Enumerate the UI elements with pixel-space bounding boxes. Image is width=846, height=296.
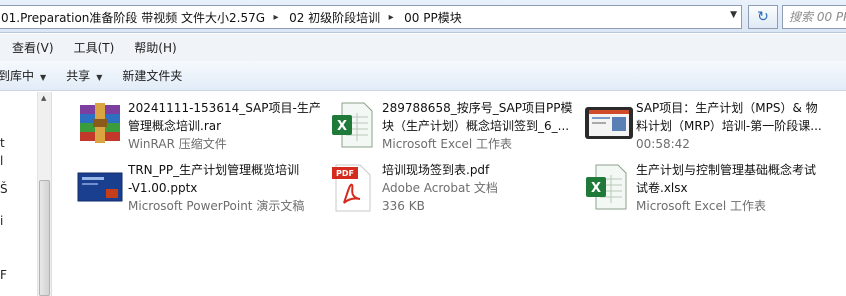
share-label: 共享 xyxy=(66,69,91,83)
share-button[interactable]: 共享 ▼ xyxy=(56,67,112,84)
file-type: Microsoft Excel 工作表 xyxy=(636,199,767,213)
scroll-up-arrow-icon[interactable]: ▲ xyxy=(41,94,46,102)
file-name: -V1.00.pptx xyxy=(128,181,198,195)
menu-view[interactable]: 查看(V) xyxy=(0,39,62,56)
svg-text:X: X xyxy=(591,181,601,196)
breadcrumb-beginner-training[interactable]: 02 初级阶段培训 xyxy=(283,9,384,26)
address-bar-row: 01.Preparation准备阶段 带视频 文件大小2.57G ▸ 02 初级… xyxy=(0,0,846,33)
search-input[interactable]: 搜索 00 PP xyxy=(782,5,846,29)
file-type: Microsoft Excel 工作表 xyxy=(382,137,513,151)
chevron-right-icon[interactable]: ▸ xyxy=(384,12,398,23)
file-type: Adobe Acrobat 文档 xyxy=(382,181,498,195)
file-name: 块（生产计划）概念培训签到_6_... xyxy=(382,119,570,133)
video-duration: 00:58:42 xyxy=(636,137,690,151)
chevron-right-icon[interactable]: ▸ xyxy=(269,12,283,23)
file-type: Microsoft PowerPoint 演示文稿 xyxy=(128,199,305,213)
file-item[interactable]: SAP项目：生产计划（MPS）& 物 料计划（MRP）培训-第一阶段课... 0… xyxy=(582,99,846,155)
nav-item-fragment[interactable]: l xyxy=(0,154,3,168)
breadcrumb-pp-module[interactable]: 00 PP模块 xyxy=(398,9,466,26)
nav-item-fragment[interactable]: t xyxy=(0,136,5,150)
chevron-down-icon: ▼ xyxy=(40,73,47,82)
file-item[interactable]: PDF 培训现场签到表.pdf Adobe Acrobat 文档 336 KB xyxy=(328,161,578,217)
refresh-button[interactable]: ↻ xyxy=(748,5,778,29)
include-in-library-button[interactable]: 到库中 ▼ xyxy=(0,67,56,84)
nav-item-fragment[interactable]: F xyxy=(0,268,7,282)
refresh-icon: ↻ xyxy=(757,9,769,25)
chevron-down-icon[interactable]: ▼ xyxy=(730,10,737,20)
file-item[interactable]: X 289788658_按序号_SAP项目PP模 块（生产计划）概念培训签到_6… xyxy=(328,99,583,155)
nav-item-fragment[interactable]: Š xyxy=(0,182,8,196)
file-size: 336 KB xyxy=(382,199,425,213)
file-type: WinRAR 压缩文件 xyxy=(128,137,227,151)
address-bar[interactable]: 01.Preparation准备阶段 带视频 文件大小2.57G ▸ 02 初级… xyxy=(0,5,742,29)
chevron-down-icon: ▼ xyxy=(96,73,103,82)
excel-icon: X xyxy=(582,161,636,215)
file-item[interactable]: X 生产计划与控制管理基础概念考试 试卷.xlsx Microsoft Exce… xyxy=(582,161,846,217)
file-name: 20241111-153614_SAP项目-生产 xyxy=(128,101,321,115)
nav-item-fragment[interactable]: i xyxy=(0,214,3,228)
new-folder-button[interactable]: 新建文件夹 xyxy=(112,67,192,84)
video-thumbnail-icon xyxy=(582,99,636,153)
include-in-library-label: 到库中 xyxy=(0,69,35,83)
powerpoint-icon xyxy=(74,161,128,215)
menu-tools[interactable]: 工具(T) xyxy=(62,39,123,56)
file-name: 管理概念培训.rar xyxy=(128,119,222,133)
file-name: SAP项目：生产计划（MPS）& 物 xyxy=(636,101,818,115)
file-item[interactable]: TRN_PP_生产计划管理概览培训 -V1.00.pptx Microsoft … xyxy=(74,161,324,217)
menu-help[interactable]: 帮助(H) xyxy=(122,39,184,56)
file-name: 289788658_按序号_SAP项目PP模 xyxy=(382,101,573,115)
svg-text:X: X xyxy=(337,119,347,134)
breadcrumb-preparation[interactable]: 01.Preparation准备阶段 带视频 文件大小2.57G xyxy=(0,9,269,26)
scrollbar-thumb[interactable] xyxy=(39,180,50,296)
svg-text:PDF: PDF xyxy=(336,169,354,178)
command-toolbar: 到库中 ▼ 共享 ▼ 新建文件夹 xyxy=(0,61,846,91)
file-name: TRN_PP_生产计划管理概览培训 xyxy=(128,163,300,177)
file-name: 试卷.xlsx xyxy=(636,181,688,195)
excel-icon: X xyxy=(328,99,382,153)
file-name: 料计划（MRP）培训-第一阶段课... xyxy=(636,119,822,133)
file-item[interactable]: 20241111-153614_SAP项目-生产 管理概念培训.rar WinR… xyxy=(74,99,324,155)
menu-bar: 查看(V) 工具(T) 帮助(H) xyxy=(0,34,846,61)
pdf-icon: PDF xyxy=(328,161,382,215)
navpane-scrollbar[interactable]: ▲ xyxy=(37,92,51,296)
file-name: 培训现场签到表.pdf xyxy=(382,163,490,177)
file-name: 生产计划与控制管理基础概念考试 xyxy=(636,163,817,177)
winrar-icon xyxy=(74,99,128,153)
